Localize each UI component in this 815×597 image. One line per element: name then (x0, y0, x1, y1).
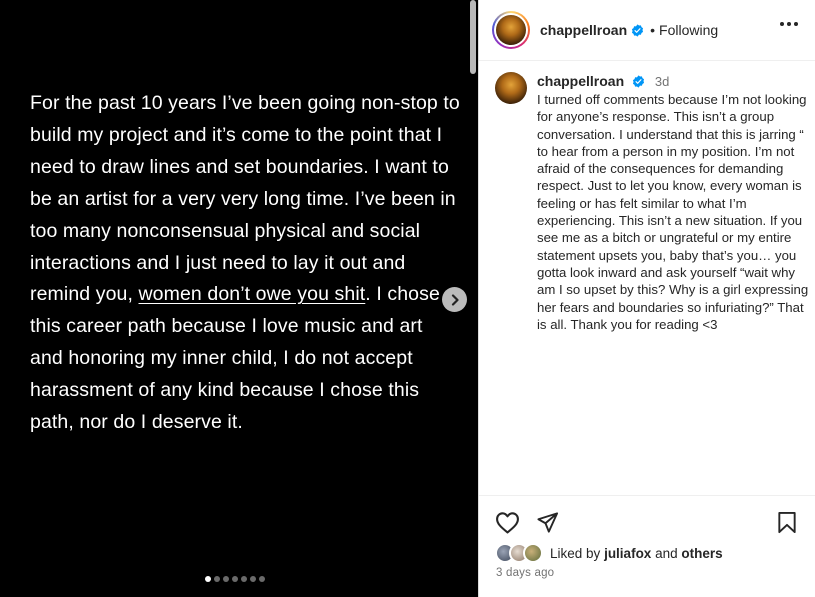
caption-avatar[interactable] (495, 72, 527, 104)
more-options-icon[interactable] (780, 22, 798, 26)
carousel-dot (250, 576, 256, 582)
carousel-dot (223, 576, 229, 582)
story-ring-avatar[interactable] (492, 11, 530, 49)
bookmark-icon[interactable] (777, 511, 797, 534)
likes-summary: Liked by juliafox and others (495, 543, 723, 563)
carousel-dot (241, 576, 247, 582)
scrollbar-thumb[interactable] (470, 0, 476, 74)
header-separator: • (650, 22, 656, 38)
caption-text: I turned off comments because I’m not lo… (537, 92, 809, 332)
chevron-right-icon (451, 293, 459, 306)
carousel-dot (214, 576, 220, 582)
caption-username[interactable]: chappellroan (537, 73, 624, 89)
post-date[interactable]: 3 days ago (496, 567, 554, 579)
header-username[interactable]: chappellroan (540, 22, 627, 38)
post-media: For the past 10 years I’ve been going no… (0, 0, 478, 597)
next-slide-button[interactable] (442, 287, 467, 312)
media-text-before: For the past 10 years I’ve been going no… (30, 92, 460, 306)
carousel-dot (259, 576, 265, 582)
liked-by-and: and (655, 545, 678, 561)
liked-by-label: Liked by (550, 545, 601, 561)
verified-badge-icon (632, 23, 644, 37)
liker-avatars[interactable] (495, 543, 547, 563)
heart-icon[interactable] (495, 511, 520, 534)
following-button[interactable]: Following (659, 22, 718, 38)
media-slide-text: For the past 10 years I’ve been going no… (30, 88, 460, 439)
liked-by-others[interactable]: others (681, 546, 722, 561)
verified-badge-icon (632, 75, 645, 88)
post-side-panel: chappellroan • Following chappellroan 3d… (478, 0, 815, 597)
avatar (496, 15, 526, 45)
carousel-dot (205, 576, 211, 582)
carousel-dot (232, 576, 238, 582)
carousel-indicator (205, 576, 265, 582)
liked-by-user[interactable]: juliafox (604, 546, 651, 561)
share-icon[interactable] (536, 511, 559, 534)
caption-timestamp[interactable]: 3d (655, 74, 669, 89)
avatar (495, 72, 527, 104)
avatar (523, 543, 543, 563)
post-header: chappellroan • Following (479, 0, 815, 61)
media-text-underlined: women don’t owe you shit (138, 283, 366, 306)
post-actions: Liked by juliafox and others 3 days ago (479, 495, 815, 597)
media-text-after: . I chose this career path because I lov… (30, 283, 440, 434)
